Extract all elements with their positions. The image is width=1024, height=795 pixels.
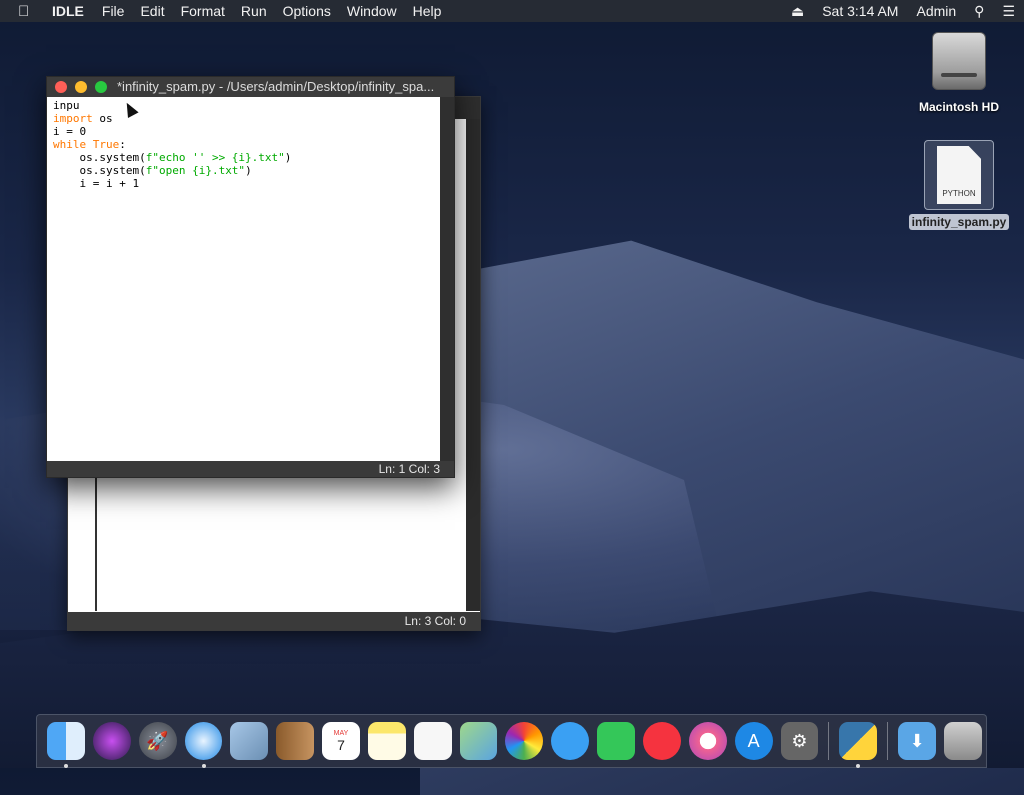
calendar-month: MAY (333, 729, 349, 737)
dock-finder-icon[interactable] (47, 722, 85, 768)
menu-bar:  IDLE File Edit Format Run Options Wind… (0, 0, 1024, 22)
selection-frame: PYTHON (924, 140, 994, 210)
code-line: i = 0 (53, 125, 87, 138)
running-indicator (856, 764, 861, 768)
dock-separator (828, 722, 830, 760)
dock-safari-icon[interactable] (184, 722, 223, 768)
eject-icon[interactable]: ⏏ (782, 3, 813, 20)
desktop-icon-label: Macintosh HD (918, 100, 999, 114)
menu-format[interactable]: Format (173, 0, 233, 22)
code-line: i = i + 1 (53, 177, 140, 190)
menu-file[interactable]: File (94, 0, 133, 22)
code-line: os.system(f"open {i}.txt") (53, 164, 252, 177)
dock-separator (887, 722, 889, 760)
user-menu[interactable]: Admin (907, 3, 965, 19)
desktop-icon-python-file[interactable]: PYTHON infinity_spam.py (904, 140, 1014, 230)
dock-calendar-icon[interactable]: MAY 7 (322, 722, 360, 760)
dock-system-preferences-icon[interactable]: ⚙ (780, 722, 819, 760)
dock-downloads-icon[interactable]: ⬇ (898, 722, 937, 760)
dock-siri-icon[interactable] (92, 722, 131, 760)
desktop-icon-label: infinity_spam.py (908, 214, 1010, 230)
menu-window[interactable]: Window (339, 0, 405, 22)
file-type-badge: PYTHON (942, 189, 976, 198)
dock: 🚀 MAY 7 ♫ A ⚙ ⬇ (36, 714, 987, 768)
window-controls (55, 81, 107, 93)
menu-options[interactable]: Options (275, 0, 339, 22)
notification-center-icon[interactable]: ☰ (993, 3, 1024, 20)
dock-trash-icon[interactable] (944, 722, 982, 760)
dock-contacts-icon[interactable] (276, 722, 315, 760)
menu-app-name[interactable]: IDLE (46, 0, 94, 22)
python-file-icon: PYTHON (937, 146, 981, 204)
code-line: import os (53, 112, 113, 125)
zoom-button[interactable] (95, 81, 107, 93)
menu-help[interactable]: Help (405, 0, 450, 22)
running-indicator (201, 764, 206, 768)
dock-maps-icon[interactable] (459, 722, 498, 760)
dock-photos-icon[interactable] (505, 722, 544, 760)
dock-launchpad-icon[interactable]: 🚀 (138, 722, 177, 760)
dock-facetime-icon[interactable] (597, 722, 635, 760)
window-title: *infinity_spam.py - /Users/admin/Desktop… (117, 79, 435, 94)
desktop-icon-macintosh-hd[interactable]: Macintosh HD (904, 32, 1014, 114)
code-line: inpu (53, 99, 80, 112)
dock-app-store-icon[interactable]: A (734, 722, 773, 760)
dock-news-icon[interactable] (642, 722, 681, 760)
menu-run[interactable]: Run (233, 0, 275, 22)
code-line: while True: (53, 138, 126, 151)
hard-drive-icon (932, 32, 986, 90)
cursor-position: Ln: 1 Col: 3 (378, 462, 440, 476)
running-indicator (64, 764, 68, 768)
status-bar: Ln: 3 Col: 0 (68, 612, 480, 630)
cursor-position: Ln: 3 Col: 0 (404, 614, 466, 628)
dock-reminders-icon[interactable] (413, 722, 452, 760)
spotlight-search-icon[interactable]: ⚲ (965, 3, 993, 20)
apple-icon[interactable]:  (18, 3, 36, 20)
vertical-scrollbar[interactable] (466, 119, 480, 611)
dock-itunes-icon[interactable]: ♫ (688, 722, 727, 760)
menu-extras: ⏏ Sat 3:14 AM Admin ⚲ ☰ (782, 0, 1024, 22)
editor-window[interactable]: *infinity_spam.py - /Users/admin/Desktop… (46, 76, 455, 478)
vertical-scrollbar[interactable] (440, 97, 454, 461)
window-titlebar[interactable]: *infinity_spam.py - /Users/admin/Desktop… (47, 77, 454, 97)
dock-python-icon[interactable] (839, 722, 878, 768)
clock[interactable]: Sat 3:14 AM (813, 3, 907, 19)
menu-edit[interactable]: Edit (132, 0, 172, 22)
calendar-day: 7 (337, 736, 345, 753)
close-button[interactable] (55, 81, 67, 93)
code-editor[interactable]: inpu import os i = 0 while True: os.syst… (47, 97, 438, 461)
minimize-button[interactable] (75, 81, 87, 93)
status-bar: Ln: 1 Col: 3 (47, 461, 454, 477)
dock-notes-icon[interactable] (367, 722, 406, 760)
dock-mail-icon[interactable] (230, 722, 269, 760)
dock-messages-icon[interactable] (551, 722, 590, 760)
code-line: os.system(f"echo '' >> {i}.txt") (53, 151, 292, 164)
